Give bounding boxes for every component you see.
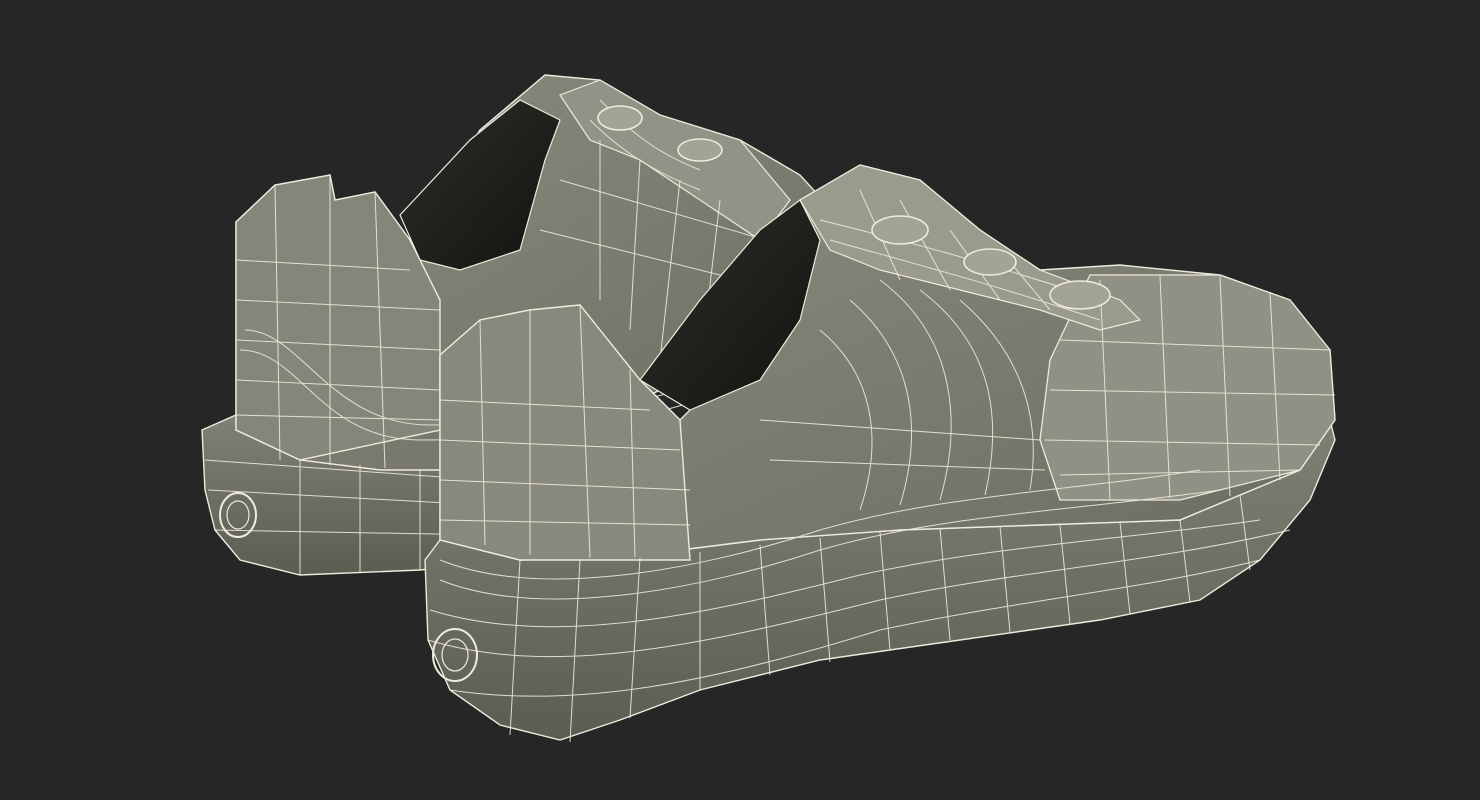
render-viewport [0, 0, 1480, 800]
wireframe-render [201, 74, 1336, 743]
